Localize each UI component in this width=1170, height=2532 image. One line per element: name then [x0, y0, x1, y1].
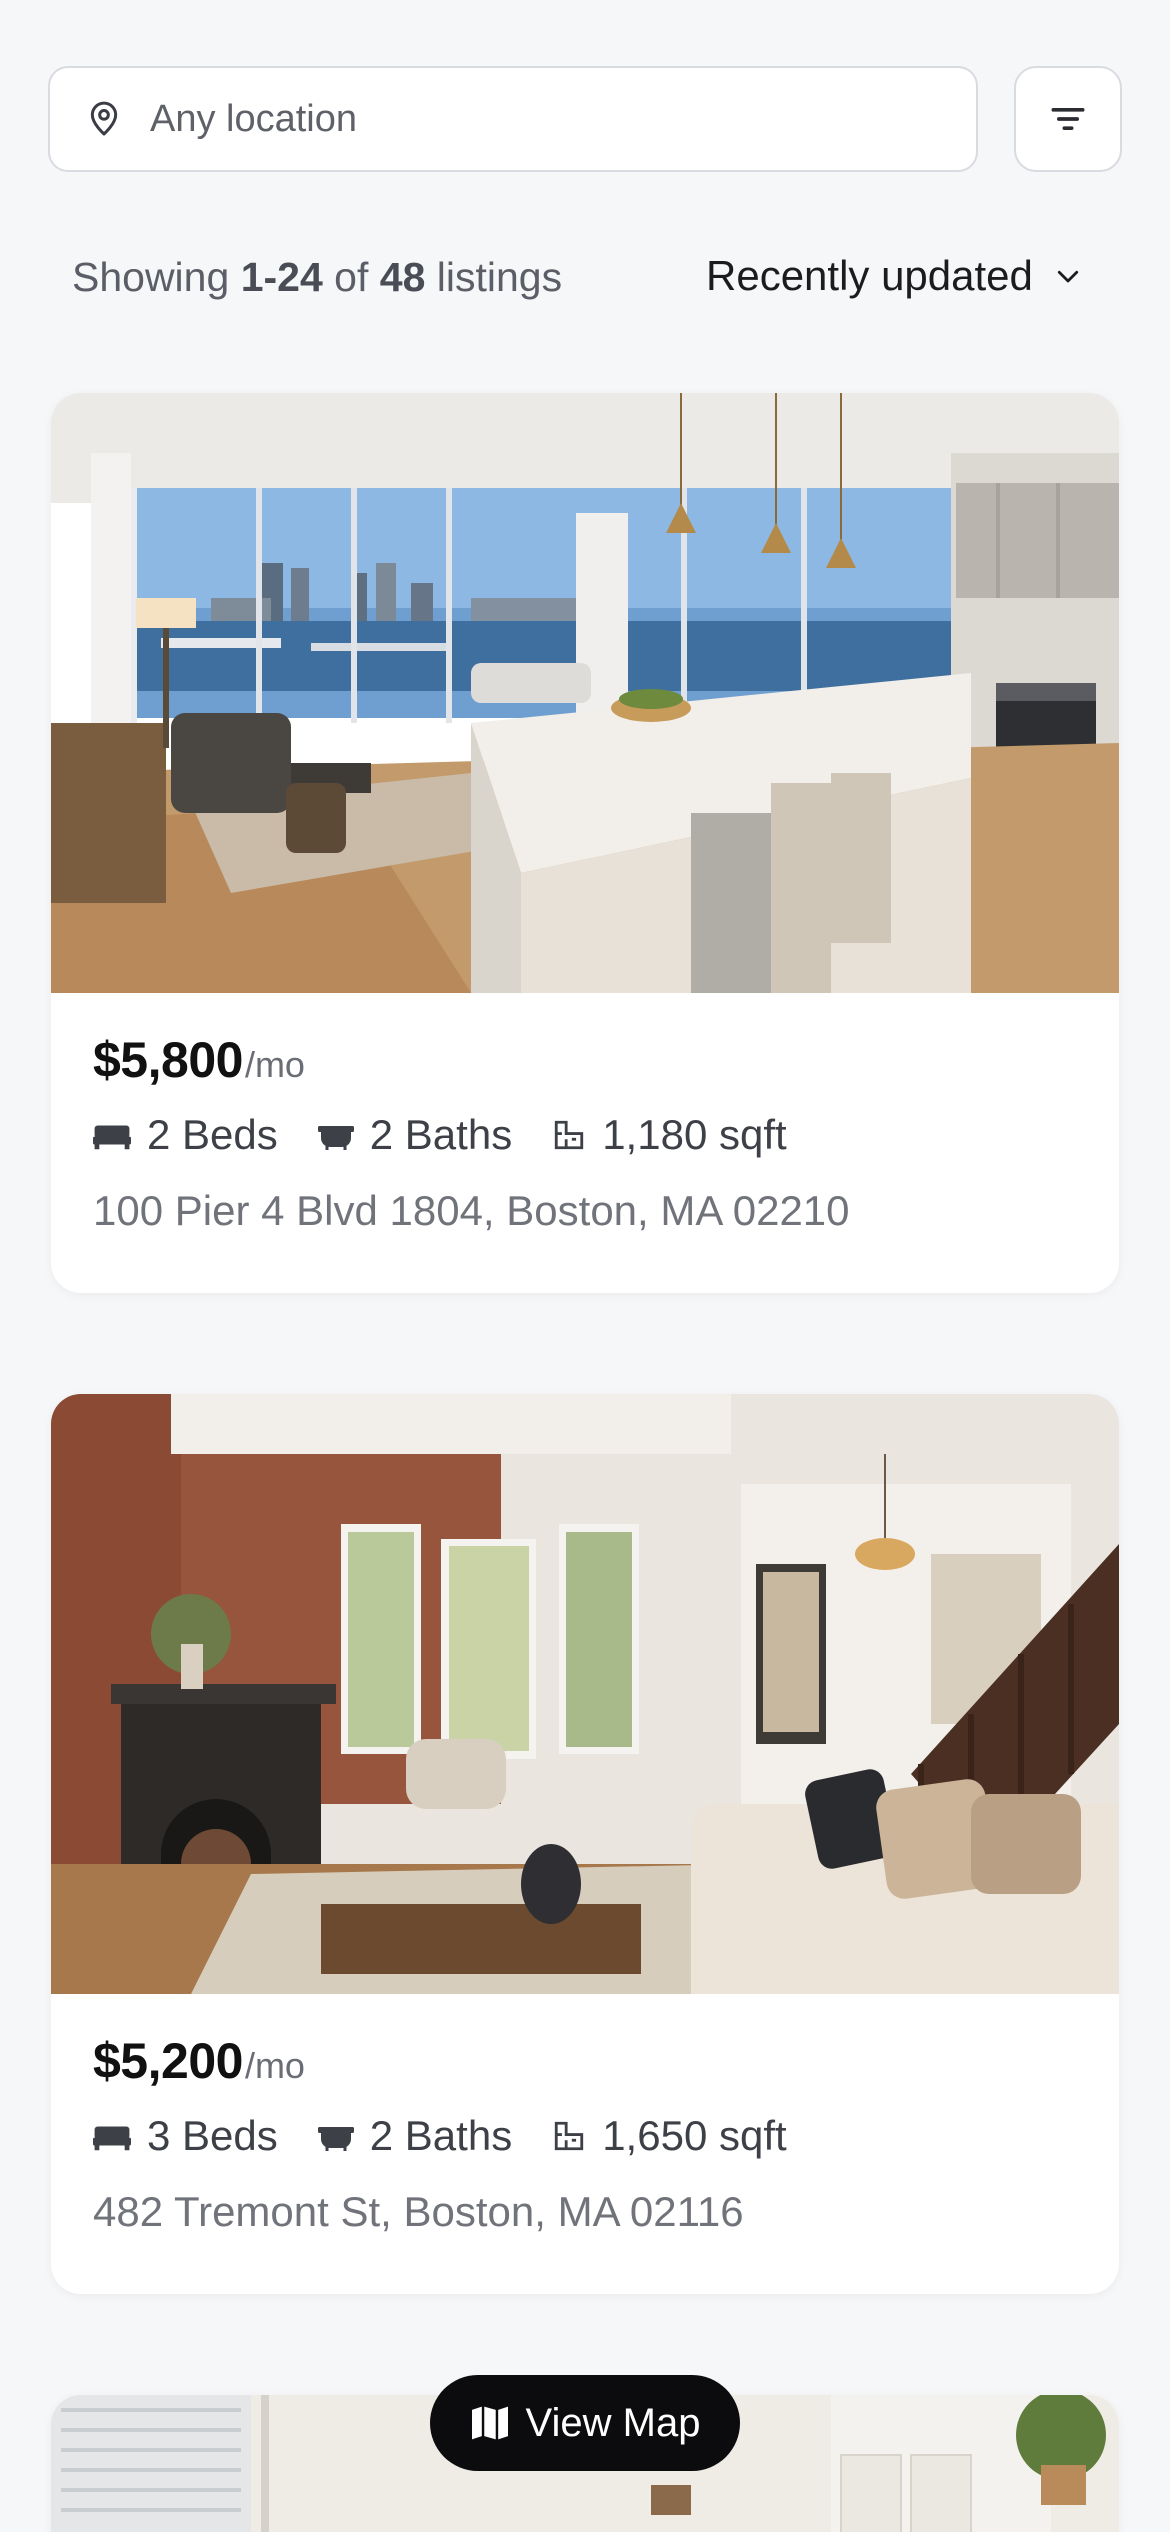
listing-photo-image: [51, 393, 1119, 993]
results-total: 48: [379, 254, 426, 300]
listing-address: 100 Pier 4 Blvd 1804, Boston, MA 02210: [93, 1187, 850, 1234]
beds-label: 2 Beds: [147, 1111, 278, 1158]
price-line: $5,800 /mo: [93, 1031, 1077, 1089]
listing-specs: 2 Beds 2 Baths 1,180 sqft: [93, 1111, 1077, 1159]
sqft-spec: 1,650 sqft: [552, 2112, 787, 2160]
sort-label: Recently updated: [706, 252, 1033, 299]
baths-label: 2 Baths: [369, 1111, 513, 1158]
bathtub-icon: [317, 1126, 354, 1150]
bed-icon: [93, 2126, 131, 2151]
view-map-button[interactable]: View Map: [430, 2375, 740, 2471]
listing-info: $5,200 /mo 3 Beds 2 Baths 1,650 sqft 482…: [51, 1994, 1119, 2294]
listing-info: $5,800 /mo 2 Beds 2 Baths 1,180 sqft 100…: [51, 993, 1119, 1293]
price-period: /mo: [244, 1044, 305, 1085]
beds-label: 3 Beds: [147, 2112, 278, 2159]
listing-price: $5,800: [93, 1032, 243, 1088]
results-of: of: [334, 254, 369, 300]
results-suffix: listings: [436, 254, 563, 300]
listing-address: 482 Tremont St, Boston, MA 02116: [93, 2188, 744, 2235]
listing-photo-image: [51, 1394, 1119, 1994]
results-range: 1-24: [240, 254, 323, 300]
listing-card[interactable]: $5,200 /mo 3 Beds 2 Baths 1,650 sqft 482…: [51, 1394, 1119, 2294]
bathtub-icon: [317, 2127, 354, 2151]
price-period: /mo: [244, 2045, 305, 2086]
view-map-label: View Map: [525, 2400, 701, 2445]
listings-page: Showing 1-24 of 48 listings Recently upd…: [0, 0, 1170, 2532]
bed-icon: [93, 1125, 131, 1150]
location-search-bar[interactable]: [48, 66, 978, 172]
chevron-down-icon: [1057, 270, 1079, 283]
results-prefix: Showing: [72, 254, 230, 300]
listing-card[interactable]: $5,800 /mo 2 Beds 2 Baths 1,180 sqft 100…: [51, 393, 1119, 1293]
price-line: $5,200 /mo: [93, 2032, 1077, 2090]
floor-plan-icon: [555, 1120, 584, 1150]
baths-spec: 2 Baths: [317, 1111, 513, 1159]
location-pin-icon: [90, 101, 118, 136]
sqft-spec: 1,180 sqft: [552, 1111, 787, 1159]
filter-lines-icon: [1051, 108, 1085, 130]
listing-photo[interactable]: [51, 393, 1119, 993]
baths-label: 2 Baths: [369, 2112, 513, 2159]
results-count: Showing 1-24 of 48 listings: [72, 254, 562, 301]
beds-spec: 2 Beds: [93, 1111, 278, 1159]
beds-spec: 3 Beds: [93, 2112, 278, 2160]
floor-plan-icon: [555, 2121, 584, 2151]
listing-specs: 3 Beds 2 Baths 1,650 sqft: [93, 2112, 1077, 2160]
map-icon: [471, 2406, 508, 2440]
listing-photo[interactable]: [51, 1394, 1119, 1994]
filter-button[interactable]: [1014, 66, 1122, 172]
search-input[interactable]: [150, 97, 930, 141]
listing-price: $5,200: [93, 2033, 243, 2089]
baths-spec: 2 Baths: [317, 2112, 513, 2160]
sort-dropdown[interactable]: Recently updated: [706, 252, 1083, 300]
sqft-label: 1,180 sqft: [602, 1111, 787, 1158]
sqft-label: 1,650 sqft: [602, 2112, 787, 2159]
